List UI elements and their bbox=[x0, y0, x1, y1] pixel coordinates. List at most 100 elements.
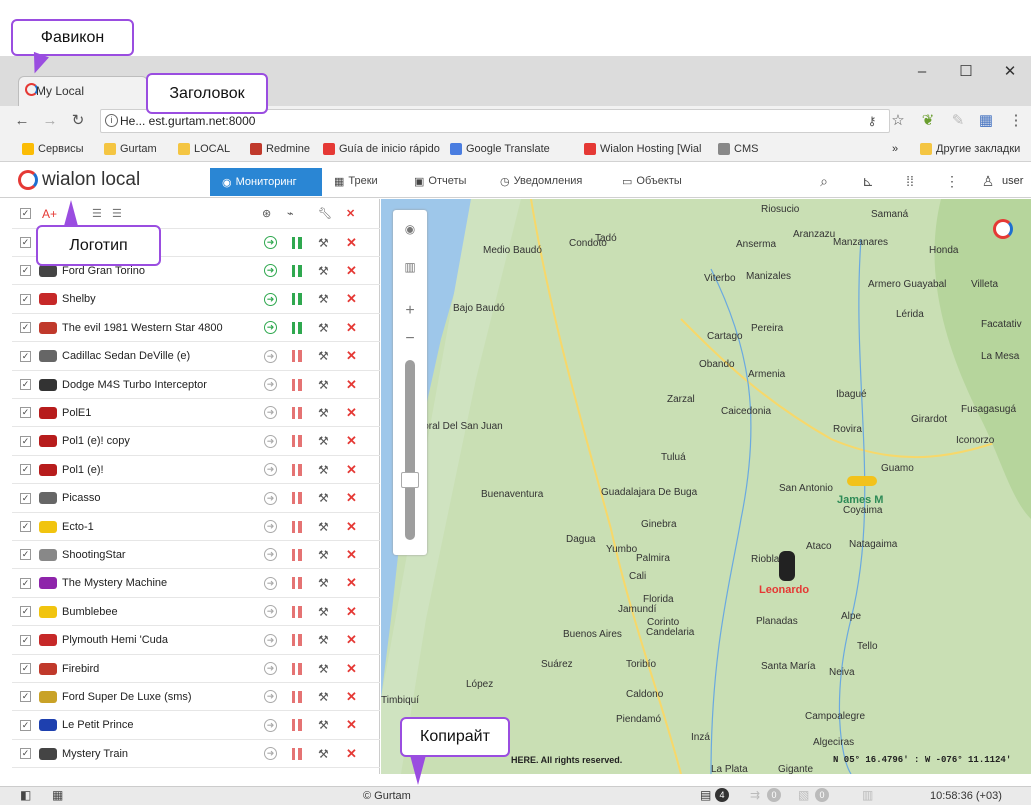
delete-unit-icon[interactable]: ✕ bbox=[346, 377, 357, 393]
other-bookmarks[interactable]: Другие закладки bbox=[920, 141, 1020, 157]
delete-unit-icon[interactable]: ✕ bbox=[346, 746, 357, 762]
delete-unit-icon[interactable]: ✕ bbox=[346, 632, 357, 648]
events-icon[interactable]: ⇉ bbox=[750, 788, 760, 802]
maximize-button[interactable]: ☐ bbox=[956, 62, 976, 82]
messages-icon[interactable]: ▤ bbox=[700, 788, 711, 802]
wrench-icon[interactable]: ⚒ bbox=[318, 463, 329, 477]
tab-monitoring[interactable]: ◉ Мониторинг bbox=[210, 168, 322, 196]
connection-icon[interactable]: ⊛ bbox=[262, 207, 271, 220]
zoom-slider[interactable] bbox=[405, 360, 415, 540]
unit-checkbox[interactable]: ✓ bbox=[20, 492, 31, 504]
wrench-icon[interactable]: ⚒ bbox=[318, 747, 329, 761]
delete-unit-icon[interactable]: ✕ bbox=[346, 689, 357, 705]
delete-unit-icon[interactable]: ✕ bbox=[346, 547, 357, 563]
forward-icon[interactable]: → bbox=[40, 111, 60, 131]
wrench-icon[interactable]: ⚒ bbox=[318, 349, 329, 363]
wrench-icon[interactable]: ⚒ bbox=[318, 605, 329, 619]
back-icon[interactable]: ← bbox=[12, 111, 32, 131]
unit-checkbox[interactable]: ✓ bbox=[20, 549, 31, 561]
connection-status-icon[interactable]: ➜ bbox=[264, 576, 277, 590]
unit-row[interactable]: ✓ Mystery Train ➜ ⚒ ✕ bbox=[12, 740, 380, 769]
key-icon[interactable]: ⚷ bbox=[862, 111, 882, 131]
connection-status-icon[interactable]: ➜ bbox=[264, 434, 277, 448]
connection-status-icon[interactable]: ➜ bbox=[264, 321, 277, 335]
wrench-icon[interactable]: ⚒ bbox=[318, 292, 329, 306]
close-window-button[interactable]: ✕ bbox=[1000, 62, 1020, 82]
delete-unit-icon[interactable]: ✕ bbox=[346, 235, 357, 251]
panel-toggle-icon[interactable]: ◧ bbox=[20, 788, 31, 802]
bookmark-1[interactable]: Gurtam bbox=[104, 141, 157, 157]
delete-unit-icon[interactable]: ✕ bbox=[346, 348, 357, 364]
user-icon[interactable]: ♙ bbox=[976, 170, 1000, 192]
search-icon[interactable]: ⌕ bbox=[812, 170, 836, 192]
connection-status-icon[interactable]: ➜ bbox=[264, 690, 277, 704]
zoom-out-button[interactable]: − bbox=[400, 330, 420, 347]
unit-row[interactable]: ✓ Ecto-1 ➜ ⚒ ✕ bbox=[12, 513, 380, 541]
unit-checkbox[interactable]: ✓ bbox=[20, 237, 31, 248]
connection-status-icon[interactable]: ➜ bbox=[264, 747, 277, 761]
unit-row[interactable]: ✓ Picasso ➜ ⚒ ✕ bbox=[12, 485, 380, 513]
tab-tracks[interactable]: ▦ Треки bbox=[334, 168, 378, 194]
unit-checkbox[interactable]: ✓ bbox=[20, 293, 31, 305]
unit-checkbox[interactable]: ✓ bbox=[20, 577, 31, 589]
user-label[interactable]: user bbox=[1002, 175, 1023, 187]
bookmark-7[interactable]: CMS bbox=[718, 141, 758, 157]
bookmarks-more-button[interactable]: » bbox=[892, 141, 898, 157]
unit-checkbox[interactable]: ✓ bbox=[20, 606, 31, 618]
wrench-icon[interactable]: ⚒ bbox=[318, 321, 329, 335]
add-icon[interactable]: A+ bbox=[42, 207, 57, 221]
connection-status-icon[interactable]: ➜ bbox=[264, 292, 277, 306]
connection-status-icon[interactable]: ➜ bbox=[264, 718, 277, 732]
list2-icon[interactable]: ☰ bbox=[112, 207, 122, 220]
connection-status-icon[interactable]: ➜ bbox=[264, 264, 277, 278]
unit-checkbox[interactable]: ✓ bbox=[20, 407, 31, 419]
map-layers-icon[interactable]: ▥ bbox=[400, 260, 420, 276]
list-icon[interactable]: ☰ bbox=[92, 207, 102, 220]
unit-checkbox[interactable]: ✓ bbox=[20, 634, 31, 646]
bookmark-4[interactable]: Guía de inicio rápido bbox=[323, 141, 440, 157]
wrench-icon[interactable]: ⚒ bbox=[318, 718, 329, 732]
unit-row[interactable]: ✓ Cadillac Sedan DeVille (e) ➜ ⚒ ✕ bbox=[12, 343, 380, 371]
car-marker-leonardo[interactable] bbox=[779, 551, 795, 581]
connection-status-icon[interactable]: ➜ bbox=[264, 520, 277, 533]
connection-status-icon[interactable]: ➜ bbox=[264, 605, 277, 619]
unit-checkbox[interactable]: ✓ bbox=[20, 435, 31, 447]
wrench-icon[interactable]: ⚒ bbox=[318, 548, 329, 562]
delete-unit-icon[interactable]: ✕ bbox=[346, 433, 357, 449]
unit-row[interactable]: ✓ Firebird ➜ ⚒ ✕ bbox=[12, 655, 380, 683]
unit-row[interactable]: ✓ The evil 1981 Western Star 4800 ➜ ⚒ ✕ bbox=[12, 314, 380, 343]
delete-unit-icon[interactable]: ✕ bbox=[346, 661, 357, 677]
extension-app-icon[interactable]: ▦ bbox=[976, 111, 996, 131]
grid-layout-icon[interactable]: ▦ bbox=[52, 788, 63, 802]
delete-icon[interactable]: ✕ bbox=[346, 207, 355, 220]
unit-checkbox[interactable]: ✓ bbox=[20, 265, 31, 277]
unit-row[interactable]: ✓ Shelby ➜ ⚒ ✕ bbox=[12, 286, 380, 314]
wrench-icon[interactable]: ⚒ bbox=[318, 264, 329, 278]
unit-checkbox[interactable]: ✓ bbox=[20, 379, 31, 390]
unit-row[interactable]: ✓ Pol1 (e)! ➜ ⚒ ✕ bbox=[12, 456, 380, 485]
unit-checkbox[interactable]: ✓ bbox=[20, 521, 31, 532]
wrench-icon[interactable]: 🔧︎ bbox=[318, 207, 332, 220]
wrench-icon[interactable]: ⚒ bbox=[318, 633, 329, 647]
connection-status-icon[interactable]: ➜ bbox=[264, 236, 277, 249]
unit-row[interactable]: ✓ The Mystery Machine ➜ ⚒ ✕ bbox=[12, 570, 380, 598]
unit-row[interactable]: ✓ Dodge M4S Turbo Interceptor ➜ ⚒ ✕ bbox=[12, 371, 380, 399]
bookmark-0[interactable]: Сервисы bbox=[22, 141, 84, 157]
delete-unit-icon[interactable]: ✕ bbox=[346, 263, 357, 279]
unit-checkbox[interactable]: ✓ bbox=[20, 748, 31, 760]
map[interactable]: Riosucio Samaná Tadó Anserma Aranzazu Manzana… bbox=[381, 199, 1031, 774]
wrench-icon[interactable]: ⚒ bbox=[318, 662, 329, 676]
apps-grid-icon[interactable]: ⁞⁞ bbox=[898, 170, 922, 192]
minimize-button[interactable]: – bbox=[912, 62, 932, 82]
delete-unit-icon[interactable]: ✕ bbox=[346, 405, 357, 421]
unit-row[interactable]: ✓ Le Petit Prince ➜ ⚒ ✕ bbox=[12, 712, 380, 740]
tab-notifications[interactable]: ◷ Уведомления bbox=[500, 168, 582, 194]
unit-checkbox[interactable]: ✓ bbox=[20, 719, 31, 731]
info-icon[interactable]: i bbox=[105, 114, 118, 127]
bookmark-5[interactable]: Google Translate bbox=[450, 141, 550, 157]
delete-unit-icon[interactable]: ✕ bbox=[346, 320, 357, 336]
unit-checkbox[interactable]: ✓ bbox=[20, 350, 31, 362]
connection-status-icon[interactable]: ➜ bbox=[264, 349, 277, 363]
unit-checkbox[interactable]: ✓ bbox=[20, 322, 31, 334]
calendar-icon[interactable]: ▥ bbox=[862, 788, 873, 802]
